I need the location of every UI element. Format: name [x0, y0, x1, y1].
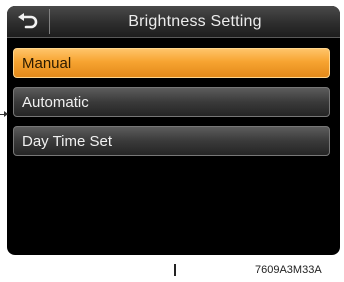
menu-item-manual[interactable]: Manual [13, 48, 330, 78]
callout-arrow-icon [4, 111, 8, 117]
back-arrow-icon [18, 12, 38, 28]
tick-mark [174, 264, 176, 276]
title-bar: Brightness Setting [7, 6, 340, 38]
page-title: Brightness Setting [128, 13, 262, 30]
menu-item-automatic[interactable]: Automatic [13, 87, 330, 117]
back-button[interactable] [7, 6, 49, 37]
brightness-menu: Manual Automatic Day Time Set [13, 48, 330, 165]
display-screen: Brightness Setting Manual Automatic Day … [7, 6, 340, 255]
figure-caption: 7609A3M33A [255, 264, 322, 276]
menu-item-day-time-set[interactable]: Day Time Set [13, 126, 330, 156]
